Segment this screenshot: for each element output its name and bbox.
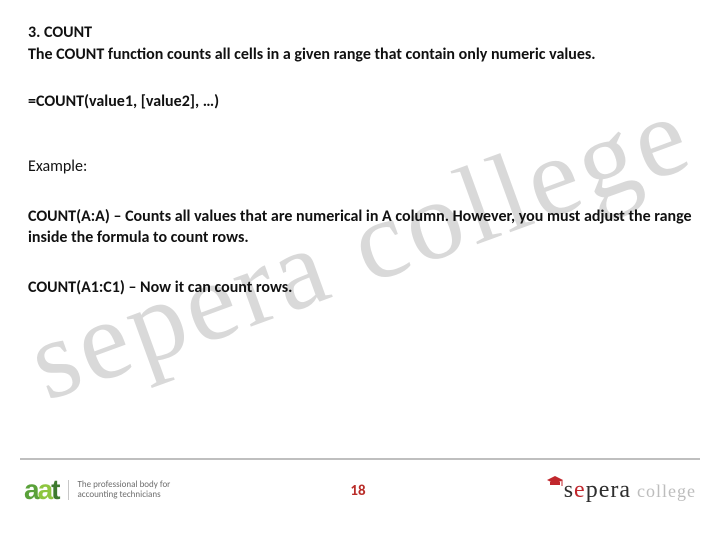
heading-count: 3. COUNT <box>28 22 692 44</box>
example2-prefix: COUNT(A1:C1) – <box>28 278 140 297</box>
aat-letter-a2: a <box>38 474 52 506</box>
footer: aat The professional body for accounting… <box>0 458 720 540</box>
slide-content: 3. COUNT The COUNT function counts all c… <box>0 0 720 299</box>
intro-block: 3. COUNT The COUNT function counts all c… <box>28 22 692 65</box>
example1-rest: Counts all values that are numerical in … <box>28 207 692 248</box>
sepera-wordmark: sepera <box>564 477 631 504</box>
aat-logo-block: aat The professional body for accounting… <box>24 474 170 506</box>
footer-row: aat The professional body for accounting… <box>0 460 720 506</box>
example2-rest: Now it can count rows. <box>140 278 292 297</box>
aat-tagline: The professional body for accounting tec… <box>68 480 170 501</box>
example2-block: COUNT(A1:C1) – Now it can count rows. <box>28 277 692 299</box>
sepera-logo-block: sepera college <box>546 477 696 504</box>
slide: sepera college 3. COUNT The COUNT functi… <box>0 0 720 540</box>
example1-text: COUNT(A:A) – Counts all values that are … <box>28 206 692 249</box>
sepera-a: a <box>619 477 631 503</box>
sepera-college-word: college <box>637 481 696 502</box>
aat-letter-t: t <box>51 474 58 506</box>
sepera-e1: e <box>574 477 586 503</box>
aat-logo: aat <box>24 474 58 506</box>
syntax-block: =COUNT(value1, [value2], …) <box>28 91 692 113</box>
sepera-e2: e <box>599 477 611 503</box>
example-label: Example: <box>28 157 692 176</box>
example1-prefix: COUNT(A:A) – <box>28 207 125 226</box>
page-number: 18 <box>350 480 365 500</box>
sepera-s: s <box>564 477 574 503</box>
aat-letter-a1: a <box>24 474 38 506</box>
intro-text: The COUNT function counts all cells in a… <box>28 44 692 66</box>
sepera-r: r <box>610 477 619 503</box>
syntax-text: =COUNT(value1, [value2], …) <box>28 91 692 113</box>
aat-tagline-line2: accounting technicians <box>77 490 170 500</box>
graduation-cap-icon <box>546 475 564 489</box>
example2-text: COUNT(A1:C1) – Now it can count rows. <box>28 277 692 299</box>
example1-block: COUNT(A:A) – Counts all values that are … <box>28 206 692 249</box>
sepera-p: p <box>586 477 599 503</box>
